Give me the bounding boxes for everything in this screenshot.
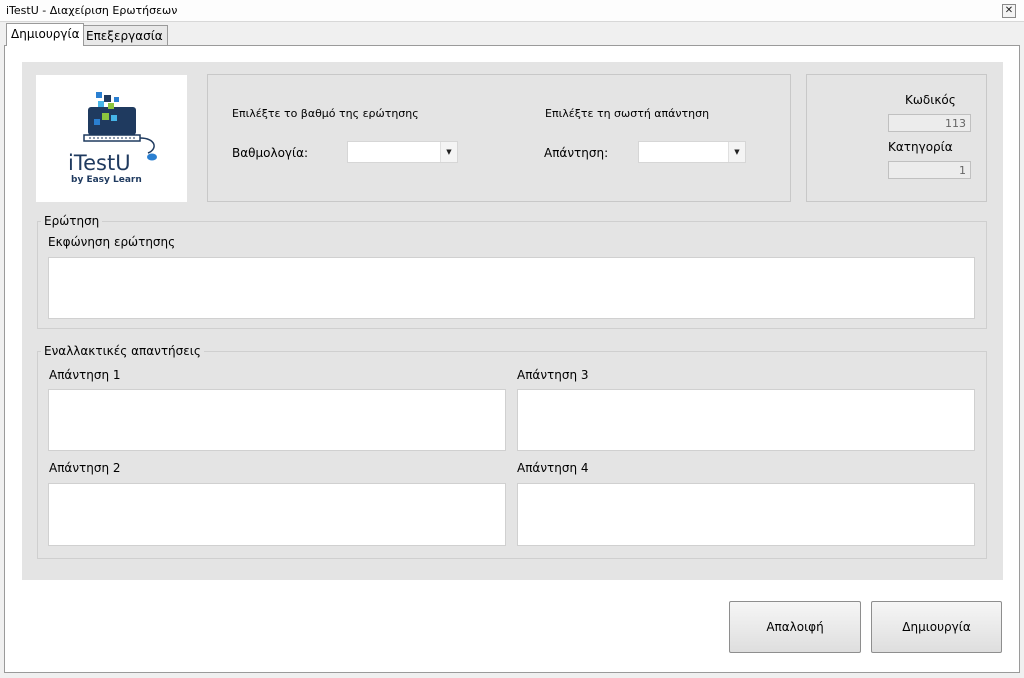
- code-field: 113: [888, 114, 971, 132]
- answer-4-label: Απάντηση 4: [517, 461, 589, 475]
- grade-label: Βαθμολογία:: [232, 146, 309, 160]
- tab-create[interactable]: Δημιουργία: [6, 23, 85, 46]
- clear-button[interactable]: Απαλοιφή: [729, 601, 861, 653]
- question-label: Εκφώνηση ερώτησης: [48, 235, 176, 249]
- chevron-down-icon[interactable]: ▼: [440, 142, 457, 162]
- answer-prompt: Επιλέξτε τη σωστή απάντηση: [545, 107, 710, 120]
- selection-box: [207, 74, 791, 202]
- logo-tagline: by Easy Learn: [71, 175, 142, 185]
- logo-name: iTestU: [68, 151, 131, 175]
- alternatives-legend: Εναλλακτικές απαντήσεις: [41, 344, 204, 358]
- close-button[interactable]: ✕: [1002, 4, 1016, 18]
- answer-3-textarea[interactable]: [517, 389, 975, 451]
- grade-combobox[interactable]: ▼: [347, 141, 458, 163]
- chevron-down-icon[interactable]: ▼: [728, 142, 745, 162]
- answer-1-label: Απάντηση 1: [49, 368, 121, 382]
- answer-1-textarea[interactable]: [48, 389, 506, 451]
- question-legend: Ερώτηση: [41, 214, 103, 228]
- info-box: [806, 74, 987, 202]
- window-title: iTestU - Διαχείριση Ερωτήσεων: [6, 4, 178, 17]
- create-button[interactable]: Δημιουργία: [871, 601, 1002, 653]
- code-label: Κωδικός: [905, 93, 956, 107]
- tab-edit[interactable]: Επεξεργασία: [81, 25, 168, 45]
- question-textarea[interactable]: [48, 257, 975, 319]
- answer-combobox[interactable]: ▼: [638, 141, 746, 163]
- grade-prompt: Επιλέξτε το βαθμό της ερώτησης: [232, 107, 419, 120]
- answer-3-label: Απάντηση 3: [517, 368, 589, 382]
- logo-box: iTestU by Easy Learn: [36, 75, 187, 202]
- answer-2-label: Απάντηση 2: [49, 461, 121, 475]
- answer-2-textarea[interactable]: [48, 483, 506, 546]
- category-field: 1: [888, 161, 971, 179]
- answer-4-textarea[interactable]: [517, 483, 975, 546]
- category-label: Κατηγορία: [888, 140, 953, 154]
- answer-label: Απάντηση:: [544, 146, 609, 160]
